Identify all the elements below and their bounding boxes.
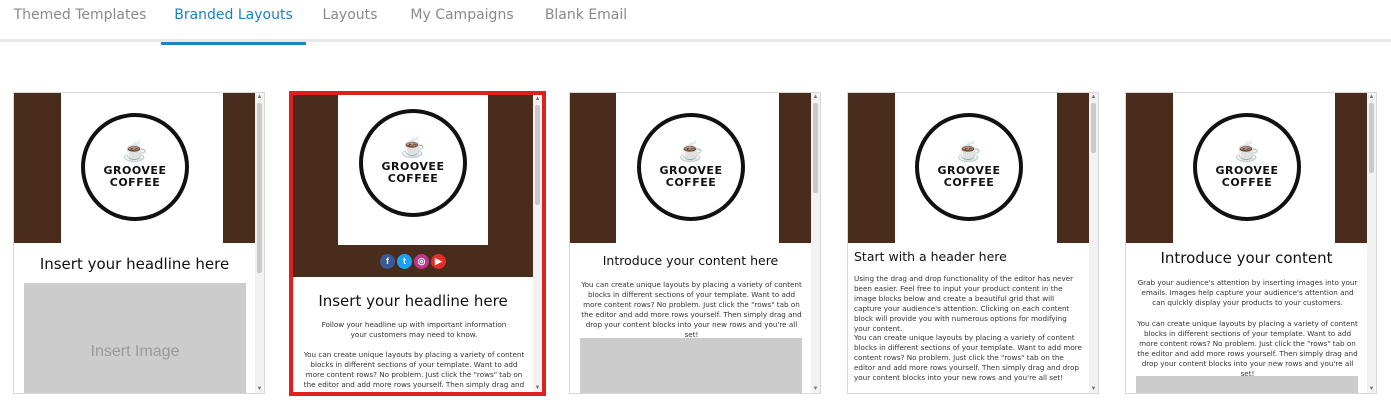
preview-scrollbar[interactable]: ▲ ▼ xyxy=(255,93,264,393)
brand-band-left xyxy=(570,93,616,243)
brand-band-left xyxy=(848,93,895,243)
twitter-icon[interactable]: t xyxy=(397,254,412,269)
preview-scrollbar[interactable]: ▲ ▼ xyxy=(533,95,542,392)
template-preview: ☕ GROOVEE COFFEE Insert your headline her… xyxy=(14,93,255,393)
template-card[interactable]: ☕ GROOVEE COFFEE Introduce your content h… xyxy=(569,92,821,394)
logo-line-2: COFFEE xyxy=(109,176,161,189)
scroll-up-icon[interactable]: ▲ xyxy=(255,93,264,101)
brand-band-right xyxy=(1057,93,1089,243)
hero-banner: ☕ GROOVEE COFFEE xyxy=(848,93,1089,243)
brand-band-right xyxy=(223,93,255,243)
coffee-cup-icon: ☕ xyxy=(1234,141,1260,163)
tab-branded-layouts[interactable]: Branded Layouts xyxy=(161,0,306,45)
template-body-text-2: You can create unique layouts by placing… xyxy=(854,333,1082,382)
coffee-cup-icon: ☕ xyxy=(956,141,982,163)
groovee-coffee-logo: ☕ GROOVEE COFFEE xyxy=(915,113,1023,221)
scroll-thumb[interactable] xyxy=(257,103,262,273)
brand-band-right xyxy=(779,93,811,243)
template-headline: Introduce your content xyxy=(1160,249,1333,267)
template-card[interactable]: ☕ GROOVEE COFFEE Start with a header here… xyxy=(847,92,1099,394)
scroll-down-icon[interactable]: ▼ xyxy=(1367,385,1376,393)
image-placeholder-label: Insert Image xyxy=(90,343,180,360)
template-body-text: You can create unique layouts by placing… xyxy=(303,350,525,392)
template-preview: ☕ GROOVEE COFFEE Start with a header here… xyxy=(848,93,1089,393)
template-body-text: You can create unique layouts by placing… xyxy=(581,280,802,339)
tab-layouts[interactable]: Layouts xyxy=(316,0,384,42)
groovee-coffee-logo: ☕ GROOVEE COFFEE xyxy=(1193,113,1301,221)
template-headline: Start with a header here xyxy=(854,249,1007,264)
template-headline: Insert your headline here xyxy=(39,255,230,273)
template-headline: Insert your headline here xyxy=(318,292,508,310)
template-body-text-2: You can create unique layouts by placing… xyxy=(1137,319,1358,378)
groovee-coffee-logo: ☕ GROOVEE COFFEE xyxy=(637,113,745,221)
facebook-icon[interactable]: f xyxy=(380,254,395,269)
scroll-down-icon[interactable]: ▼ xyxy=(811,385,820,393)
preview-scrollbar[interactable]: ▲ ▼ xyxy=(1089,93,1098,393)
scroll-up-icon[interactable]: ▲ xyxy=(811,93,820,101)
hero-banner: ☕ GROOVEE COFFEE xyxy=(14,93,255,243)
scroll-down-icon[interactable]: ▼ xyxy=(533,384,542,392)
template-headline: Introduce your content here xyxy=(602,253,779,268)
coffee-cup-icon: ☕ xyxy=(400,137,426,159)
tab-blank-email[interactable]: Blank Email xyxy=(540,0,632,42)
template-preview: ☕ GROOVEE COFFEE f t ◎ ▶ Insert your headlin… xyxy=(293,95,533,392)
scroll-down-icon[interactable]: ▼ xyxy=(255,385,264,393)
scroll-up-icon[interactable]: ▲ xyxy=(533,95,542,103)
template-intro-text: Follow your headline up with important i… xyxy=(321,320,507,339)
image-placeholder xyxy=(580,338,802,393)
template-card-selected[interactable]: ☕ GROOVEE COFFEE f t ◎ ▶ Insert your headlin… xyxy=(289,91,546,396)
groovee-coffee-logo: ☕ GROOVEE COFFEE xyxy=(359,109,467,217)
template-card[interactable]: ☕ GROOVEE COFFEE Introduce your content G… xyxy=(1125,92,1377,394)
logo-line-2: COFFEE xyxy=(943,176,995,189)
template-card[interactable]: ☕ GROOVEE COFFEE Insert your headline her… xyxy=(13,92,265,394)
tab-my-campaigns[interactable]: My Campaigns xyxy=(406,0,518,42)
scroll-down-icon[interactable]: ▼ xyxy=(1089,385,1098,393)
scroll-thumb[interactable] xyxy=(1369,103,1374,173)
groovee-coffee-logo: ☕ GROOVEE COFFEE xyxy=(81,113,189,221)
template-body-text: Using the drag and drop functionality of… xyxy=(854,274,1074,333)
logo-line-2: COFFEE xyxy=(665,176,717,189)
preview-scrollbar[interactable]: ▲ ▼ xyxy=(811,93,820,393)
preview-scrollbar[interactable]: ▲ ▼ xyxy=(1367,93,1376,393)
image-placeholder xyxy=(1136,376,1358,393)
tab-themed-templates[interactable]: Themed Templates xyxy=(8,0,152,42)
template-tabs: Themed Templates Branded Layouts Layouts… xyxy=(0,0,1391,45)
coffee-cup-icon: ☕ xyxy=(678,141,704,163)
template-preview: ☕ GROOVEE COFFEE Introduce your content G… xyxy=(1126,93,1367,393)
scroll-up-icon[interactable]: ▲ xyxy=(1089,93,1098,101)
brand-band-left xyxy=(1126,93,1173,243)
brand-band-left xyxy=(14,93,61,243)
scroll-thumb[interactable] xyxy=(1091,103,1096,153)
instagram-icon[interactable]: ◎ xyxy=(414,254,429,269)
logo-line-2: COFFEE xyxy=(1221,176,1273,189)
template-preview: ☕ GROOVEE COFFEE Introduce your content h… xyxy=(570,93,811,393)
logo-line-2: COFFEE xyxy=(387,172,439,185)
scroll-up-icon[interactable]: ▲ xyxy=(1367,93,1376,101)
social-icons: f t ◎ ▶ xyxy=(293,251,533,269)
hero-banner: ☕ GROOVEE COFFEE xyxy=(1126,93,1367,243)
coffee-cup-icon: ☕ xyxy=(122,141,148,163)
scroll-thumb[interactable] xyxy=(813,103,818,193)
scroll-thumb[interactable] xyxy=(535,105,540,205)
hero-banner: ☕ GROOVEE COFFEE f t ◎ ▶ xyxy=(293,95,533,277)
image-placeholder: Insert Image xyxy=(24,283,246,393)
template-body-text: Grab your audience's attention by insert… xyxy=(1137,278,1358,307)
youtube-icon[interactable]: ▶ xyxy=(431,254,446,269)
hero-banner: ☕ GROOVEE COFFEE xyxy=(570,93,811,243)
brand-band-right xyxy=(1335,93,1367,243)
